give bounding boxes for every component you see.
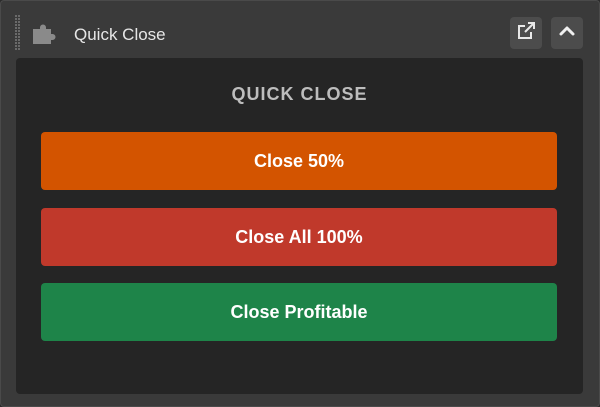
- widget-header: Quick Close: [1, 1, 599, 55]
- quick-close-widget: Quick Close QUICK CLOSE Close 50% Close …: [0, 0, 600, 407]
- close-50-button[interactable]: Close 50%: [41, 132, 557, 190]
- quick-close-panel: QUICK CLOSE Close 50% Close All 100% Clo…: [16, 58, 583, 394]
- chevron-up-icon: [558, 22, 576, 45]
- section-title: QUICK CLOSE: [231, 84, 368, 104]
- close-profitable-button[interactable]: Close Profitable: [41, 283, 557, 341]
- puzzle-piece-icon: [31, 23, 59, 45]
- external-link-icon: [516, 21, 536, 46]
- popout-button[interactable]: [510, 17, 542, 49]
- widget-title: Quick Close: [74, 25, 166, 44]
- drag-handle[interactable]: [15, 15, 20, 51]
- close-all-button[interactable]: Close All 100%: [41, 208, 557, 266]
- collapse-button[interactable]: [551, 17, 583, 49]
